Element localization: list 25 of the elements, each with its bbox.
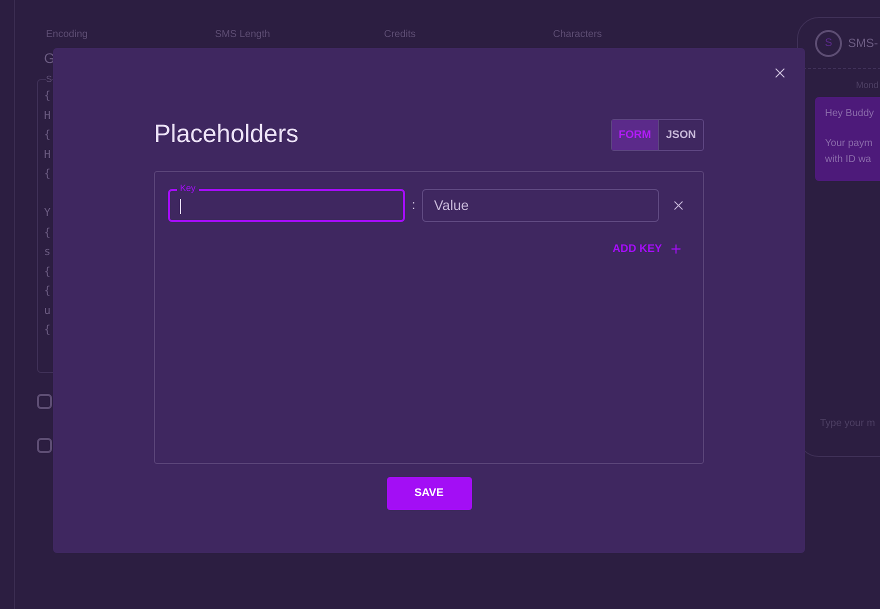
message-text: Your paym with ID wa bbox=[825, 136, 874, 166]
toggle-tab[interactable]: FORM bbox=[612, 120, 658, 150]
plus-icon bbox=[669, 242, 683, 256]
avatar: S bbox=[815, 30, 842, 56]
editor-line: u bbox=[44, 304, 51, 316]
save-button[interactable]: SAVE bbox=[386, 476, 472, 510]
value-field[interactable]: Value bbox=[422, 188, 659, 222]
editor-line: s bbox=[44, 245, 51, 258]
editor-line: { bbox=[44, 128, 51, 141]
key-label: Key bbox=[177, 182, 199, 195]
chat-title: SMS- bbox=[848, 35, 878, 52]
editor-line: { bbox=[44, 89, 51, 102]
message-text: Hey Buddy bbox=[825, 106, 875, 120]
editor-line: H bbox=[44, 148, 51, 160]
editor-line: { bbox=[44, 284, 51, 297]
editor-line: { bbox=[44, 226, 51, 238]
modal-title: Placeholders bbox=[154, 119, 299, 150]
editor-line: { bbox=[44, 264, 51, 278]
editor-line: Y bbox=[44, 206, 51, 219]
editor-line: { bbox=[44, 167, 51, 180]
editor-line: H bbox=[44, 108, 51, 122]
editor-line: { bbox=[44, 323, 51, 336]
toggle-tab[interactable]: JSON bbox=[658, 120, 703, 150]
separator: : bbox=[410, 196, 416, 214]
add-key-button[interactable]: ADD KEY bbox=[612, 240, 683, 257]
